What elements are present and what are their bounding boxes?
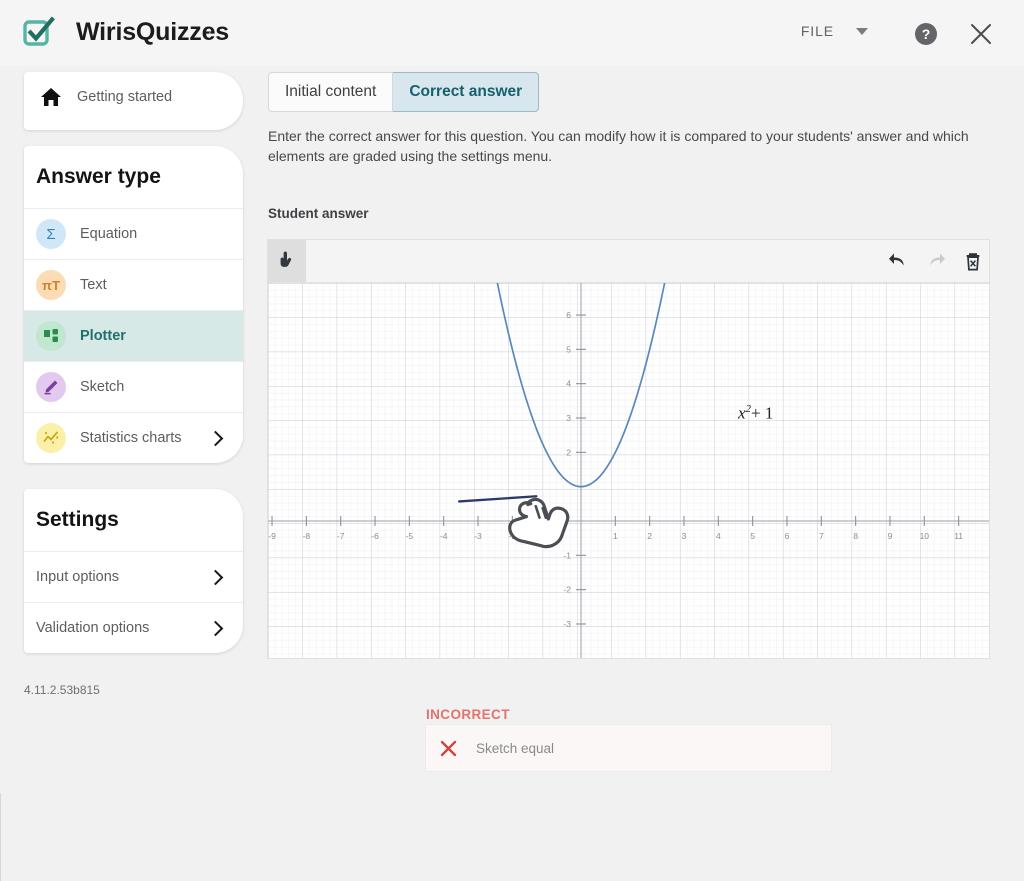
svg-text:?: ? bbox=[922, 26, 931, 42]
plotter-icon bbox=[36, 321, 66, 351]
tab-description: Enter the correct answer for this questi… bbox=[268, 126, 1004, 166]
svg-text:-6: -6 bbox=[371, 531, 379, 541]
svg-text:8: 8 bbox=[853, 531, 858, 541]
svg-text:-5: -5 bbox=[406, 531, 414, 541]
sidebar: Getting started Answer type Σ Equation π… bbox=[0, 66, 254, 815]
svg-text:-4: -4 bbox=[440, 531, 448, 541]
chevron-right-icon bbox=[208, 620, 224, 636]
svg-text:3: 3 bbox=[682, 531, 687, 541]
plot-canvas[interactable]: -9-8-7-6-5-4-3-2-11234567891011765432-1-… bbox=[268, 283, 989, 659]
sidebar-item-label: Equation bbox=[80, 226, 137, 242]
svg-text:-1: -1 bbox=[563, 550, 571, 560]
feedback-criterion-label: Sketch equal bbox=[476, 741, 554, 756]
svg-text:4: 4 bbox=[566, 379, 571, 389]
sidebar-item-label: Text bbox=[80, 277, 107, 293]
getting-started-label: Getting started bbox=[77, 89, 172, 105]
sidebar-item-label: Plotter bbox=[80, 328, 126, 344]
function-annotation: x2+ 1 bbox=[738, 403, 773, 424]
graph-svg: -9-8-7-6-5-4-3-2-11234567891011765432-1-… bbox=[268, 283, 989, 659]
sidebar-item-text[interactable]: πT Text bbox=[24, 259, 243, 310]
pencil-icon bbox=[36, 372, 66, 402]
title-trailing-mark: · bbox=[208, 27, 212, 39]
tab-initial-content[interactable]: Initial content bbox=[268, 72, 393, 112]
help-circle-icon[interactable]: ? bbox=[914, 22, 938, 46]
version-label: 4.11.2.53b815 bbox=[24, 683, 100, 697]
svg-text:-8: -8 bbox=[303, 531, 311, 541]
main-content: Initial content Correct answer Enter the… bbox=[254, 66, 1024, 815]
feedback-criterion-row: Sketch equal bbox=[425, 724, 832, 772]
trash-icon[interactable] bbox=[963, 251, 983, 272]
file-menu-label: FILE bbox=[801, 23, 834, 39]
close-icon[interactable] bbox=[968, 21, 994, 47]
app-header: WirisQuizzes · FILE ? bbox=[0, 0, 1024, 66]
statistics-icon bbox=[36, 423, 66, 453]
undo-icon[interactable] bbox=[887, 251, 909, 271]
redo-icon bbox=[925, 251, 947, 271]
answer-type-card: Answer type Σ Equation πT Text Plotter bbox=[24, 146, 243, 463]
tab-correct-answer[interactable]: Correct answer bbox=[393, 72, 539, 112]
chevron-right-icon bbox=[208, 569, 224, 585]
file-menu-button[interactable]: FILE bbox=[801, 23, 868, 39]
svg-text:7: 7 bbox=[819, 531, 824, 541]
function-annotation-rest: + 1 bbox=[751, 404, 773, 423]
svg-text:6: 6 bbox=[566, 310, 571, 320]
answer-type-heading: Answer type bbox=[24, 146, 243, 208]
sidebar-item-sketch[interactable]: Sketch bbox=[24, 361, 243, 412]
sigma-icon: Σ bbox=[36, 219, 66, 249]
sidebar-item-validation-options[interactable]: Validation options bbox=[24, 602, 243, 653]
svg-text:-3: -3 bbox=[563, 619, 571, 629]
getting-started-row[interactable]: Getting started bbox=[24, 72, 243, 122]
svg-text:4: 4 bbox=[716, 531, 721, 541]
chevron-right-icon bbox=[208, 430, 224, 446]
settings-card: Settings Input options Validation option… bbox=[24, 489, 243, 653]
sidebar-item-label: Sketch bbox=[80, 379, 124, 395]
text-pi-icon: πT bbox=[36, 270, 66, 300]
plotter-toolbar bbox=[268, 240, 989, 283]
settings-item-label: Input options bbox=[36, 569, 119, 585]
svg-text:-9: -9 bbox=[268, 531, 276, 541]
sidebar-item-equation[interactable]: Σ Equation bbox=[24, 208, 243, 259]
svg-text:1: 1 bbox=[613, 531, 618, 541]
svg-text:-3: -3 bbox=[474, 531, 482, 541]
function-annotation-base: x bbox=[738, 404, 746, 423]
wirisquizzes-app: WirisQuizzes · FILE ? bbox=[0, 0, 1024, 815]
svg-text:-2: -2 bbox=[563, 585, 571, 595]
settings-item-label: Validation options bbox=[36, 620, 149, 636]
plotter-toolbar-actions bbox=[887, 240, 983, 282]
sidebar-item-statistics-charts[interactable]: Statistics charts bbox=[24, 412, 243, 463]
status-badge: INCORRECT bbox=[426, 707, 510, 722]
sidebar-item-plotter[interactable]: Plotter bbox=[24, 310, 243, 361]
tab-bar: Initial content Correct answer bbox=[268, 72, 539, 112]
sidebar-item-getting-started[interactable]: Getting started bbox=[24, 72, 243, 130]
student-answer-label: Student answer bbox=[268, 206, 369, 221]
home-icon bbox=[39, 85, 63, 109]
svg-text:5: 5 bbox=[750, 531, 755, 541]
checkbox-check-icon bbox=[22, 16, 56, 50]
page-title: WirisQuizzes bbox=[76, 18, 229, 47]
svg-text:2: 2 bbox=[566, 447, 571, 457]
sidebar-item-label: Statistics charts bbox=[80, 430, 182, 446]
svg-text:3: 3 bbox=[566, 413, 571, 423]
svg-text:-7: -7 bbox=[337, 531, 345, 541]
red-x-icon bbox=[440, 740, 457, 757]
settings-heading: Settings bbox=[24, 489, 243, 551]
svg-text:9: 9 bbox=[888, 531, 893, 541]
svg-text:10: 10 bbox=[920, 531, 930, 541]
svg-text:6: 6 bbox=[785, 531, 790, 541]
plotter-widget[interactable]: -9-8-7-6-5-4-3-2-11234567891011765432-1-… bbox=[267, 239, 990, 659]
chevron-down-icon bbox=[856, 28, 868, 35]
left-edge-divider bbox=[0, 793, 1, 881]
pointer-hand-icon[interactable] bbox=[268, 240, 306, 282]
svg-text:11: 11 bbox=[954, 531, 963, 541]
svg-text:2: 2 bbox=[647, 531, 652, 541]
sidebar-item-input-options[interactable]: Input options bbox=[24, 551, 243, 602]
svg-text:7: 7 bbox=[566, 283, 571, 286]
svg-text:5: 5 bbox=[566, 344, 571, 354]
